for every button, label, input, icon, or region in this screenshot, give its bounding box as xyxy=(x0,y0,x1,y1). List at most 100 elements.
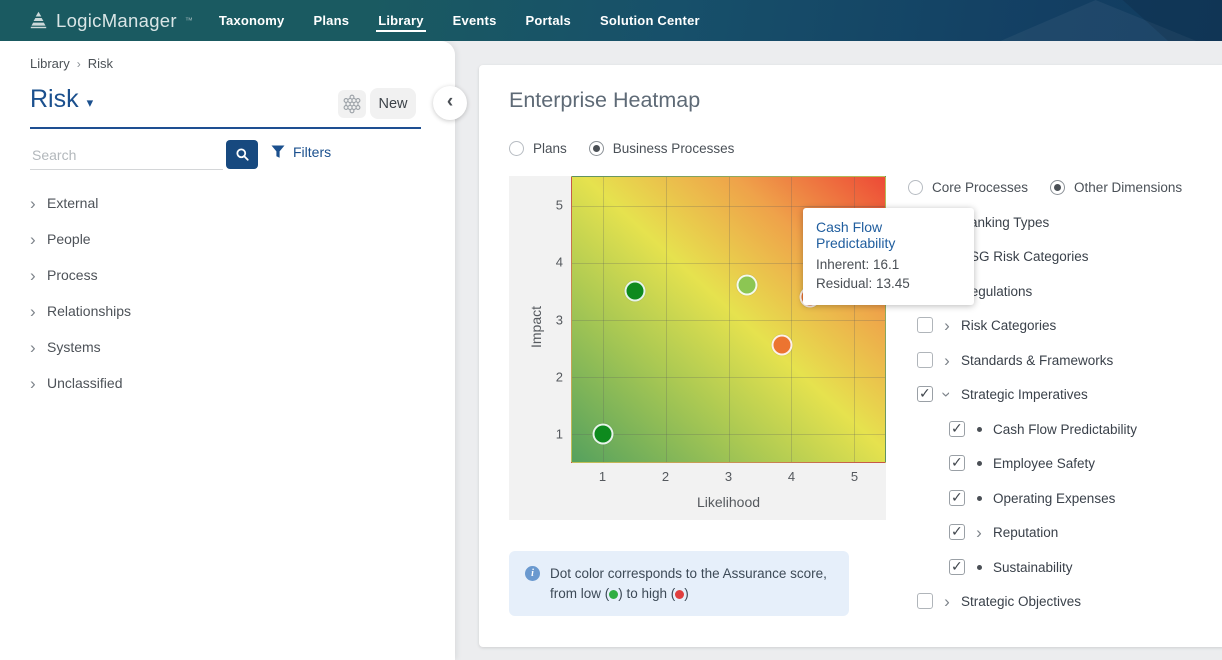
radio-selected-icon[interactable] xyxy=(1050,180,1065,195)
legend-line2-prefix: from low ( xyxy=(550,586,609,601)
search-button[interactable] xyxy=(226,140,258,169)
tree-item-label: External xyxy=(47,195,98,211)
leaf-bullet xyxy=(973,427,985,432)
search-icon xyxy=(235,147,250,162)
chevron-down-icon[interactable]: › xyxy=(938,391,955,397)
checkbox-checked[interactable] xyxy=(949,524,965,540)
dimension-tree-item-cash-flow-predictability[interactable]: Cash Flow Predictability xyxy=(949,417,1137,441)
logicmanager-logo[interactable]: LogicManager ™ xyxy=(28,10,193,32)
chevron-right-icon[interactable]: › xyxy=(30,375,44,392)
sidebar-tree-item-relationships[interactable]: ›Relationships xyxy=(30,299,420,323)
expander[interactable]: › xyxy=(941,386,953,403)
leaf-bullet xyxy=(973,565,985,570)
radio-label: Business Processes xyxy=(613,141,735,156)
heatmap-data-point[interactable] xyxy=(737,275,758,296)
dimension-radio-other-dimensions[interactable]: Other Dimensions xyxy=(1050,180,1182,195)
dimension-label: Strategic Imperatives xyxy=(961,387,1088,402)
taxonomy-view-button[interactable] xyxy=(338,90,366,118)
sidebar-tree-item-unclassified[interactable]: ›Unclassified xyxy=(30,371,420,395)
chevron-right-icon[interactable]: › xyxy=(30,195,44,212)
chevron-right-icon[interactable]: › xyxy=(976,524,982,541)
legend-line2-suffix: ) xyxy=(684,586,689,601)
dimension-tree-item-sustainability[interactable]: Sustainability xyxy=(949,555,1073,579)
dimension-tree-item-operating-expenses[interactable]: Operating Expenses xyxy=(949,486,1115,510)
dimension-tree-item-strategic-objectives[interactable]: ›Strategic Objectives xyxy=(917,589,1081,613)
bullet-icon xyxy=(977,496,982,501)
y-axis-label: Impact xyxy=(528,306,544,348)
source-radio-plans[interactable]: Plans xyxy=(509,141,567,156)
x-tick-label: 5 xyxy=(851,469,858,484)
low-assurance-dot xyxy=(609,590,618,599)
chevron-right-icon[interactable]: › xyxy=(30,339,44,356)
main-navigation: Taxonomy Plans Library Events Portals Solutio… xyxy=(217,9,702,32)
checkbox-unchecked[interactable] xyxy=(917,352,933,368)
radio-label: Core Processes xyxy=(932,180,1028,195)
chevron-right-icon[interactable]: › xyxy=(30,231,44,248)
new-button-label: New xyxy=(378,96,407,112)
dimension-radio-core-processes[interactable]: Core Processes xyxy=(908,180,1028,195)
dimension-label: Cash Flow Predictability xyxy=(993,422,1137,437)
checkbox-checked[interactable] xyxy=(949,490,965,506)
sidebar-tree-item-external[interactable]: ›External xyxy=(30,191,420,215)
nav-item-events[interactable]: Events xyxy=(451,9,499,32)
checkbox-unchecked[interactable] xyxy=(917,593,933,609)
expander[interactable]: › xyxy=(973,524,985,541)
new-button[interactable]: New xyxy=(370,88,416,119)
chevron-down-icon: ▾ xyxy=(87,95,94,111)
dimension-tree-item-employee-safety[interactable]: Employee Safety xyxy=(949,451,1095,475)
chevron-right-icon[interactable]: › xyxy=(944,317,950,334)
checkbox-checked[interactable] xyxy=(917,386,933,402)
checkbox-checked[interactable] xyxy=(949,421,965,437)
nav-item-taxonomy[interactable]: Taxonomy xyxy=(217,9,287,32)
bullet-icon xyxy=(977,565,982,570)
chevron-right-icon[interactable]: › xyxy=(944,352,950,369)
radio-unselected-icon[interactable] xyxy=(509,141,524,156)
tree-item-label: People xyxy=(47,231,91,247)
nav-item-plans[interactable]: Plans xyxy=(312,9,352,32)
title-divider xyxy=(30,127,421,129)
chevron-right-icon[interactable]: › xyxy=(30,267,44,284)
legend-line2-mid: ) to high ( xyxy=(618,586,675,601)
dimension-tree-item-risk-categories[interactable]: › Risk Categories xyxy=(917,313,1056,337)
dimension-tree-item-standards-frameworks[interactable]: ›Standards & Frameworks xyxy=(917,348,1113,372)
collapse-sidebar-button[interactable]: ‹ xyxy=(433,86,467,120)
heatmap-data-point[interactable] xyxy=(771,335,792,356)
filters-button[interactable]: Filters xyxy=(271,144,331,160)
sidebar-tree-item-people[interactable]: ›People xyxy=(30,227,420,251)
nav-item-portals[interactable]: Portals xyxy=(524,9,573,32)
x-tick-label: 4 xyxy=(788,469,795,484)
top-navbar: LogicManager ™ Taxonomy Plans Library Event… xyxy=(0,0,1222,41)
radio-unselected-icon[interactable] xyxy=(908,180,923,195)
checkbox-checked[interactable] xyxy=(949,559,965,575)
dimension-tree-item-reputation[interactable]: › Reputation xyxy=(949,520,1058,544)
sidebar-tree-item-systems[interactable]: ›Systems xyxy=(30,335,420,359)
checkbox-checked[interactable] xyxy=(949,455,965,471)
chevron-right-icon[interactable]: › xyxy=(944,593,950,610)
checkbox-unchecked[interactable] xyxy=(917,317,933,333)
expander[interactable]: › xyxy=(941,352,953,369)
search-input[interactable] xyxy=(30,141,223,170)
risk-title-dropdown[interactable]: Risk ▾ xyxy=(30,85,93,114)
nav-item-solution-center[interactable]: Solution Center xyxy=(598,9,702,32)
tree-item-label: Unclassified xyxy=(47,375,122,391)
gridline xyxy=(572,320,885,321)
dimension-tree-item-strategic-imperatives[interactable]: › Strategic Imperatives xyxy=(917,382,1088,406)
heatmap-data-point[interactable] xyxy=(624,281,645,302)
logo-pyramid-icon xyxy=(28,10,49,31)
expander[interactable]: › xyxy=(941,593,953,610)
sidebar-tree-item-process[interactable]: ›Process xyxy=(30,263,420,287)
breadcrumb: Library › Risk xyxy=(30,56,113,71)
source-radio-business-processes[interactable]: Business Processes xyxy=(589,141,735,156)
brand-trademark: ™ xyxy=(185,16,193,25)
heatmap-data-point[interactable] xyxy=(593,423,614,444)
dimension-label: Risk Categories xyxy=(961,318,1056,333)
y-tick-label: 4 xyxy=(556,255,563,270)
dimension-label: Employee Safety xyxy=(993,456,1095,471)
chevron-right-icon[interactable]: › xyxy=(30,303,44,320)
breadcrumb-library[interactable]: Library xyxy=(30,56,70,71)
dimension-label: Reputation xyxy=(993,525,1058,540)
gridline xyxy=(572,206,885,207)
nav-item-library[interactable]: Library xyxy=(376,9,425,32)
radio-selected-icon[interactable] xyxy=(589,141,604,156)
expander[interactable]: › xyxy=(941,317,953,334)
